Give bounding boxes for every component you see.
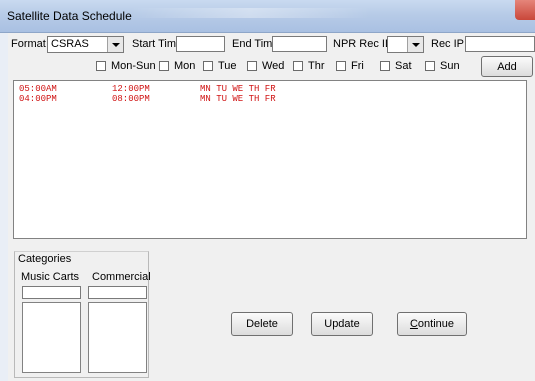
checkbox-box[interactable] bbox=[247, 61, 257, 71]
npr-rec-id-label: NPR Rec ID bbox=[333, 38, 393, 50]
checkbox-mon[interactable]: Mon bbox=[159, 60, 195, 72]
checkbox-sun[interactable]: Sun bbox=[425, 60, 460, 72]
chevron-down-icon[interactable] bbox=[107, 37, 123, 52]
checkbox-box[interactable] bbox=[203, 61, 213, 71]
checkbox-label: Mon-Sun bbox=[111, 60, 156, 72]
music-carts-input[interactable] bbox=[22, 286, 81, 299]
delete-button[interactable]: Delete bbox=[231, 312, 293, 336]
music-carts-label: Music Carts bbox=[21, 271, 80, 283]
commercial-list[interactable] bbox=[88, 302, 147, 373]
checkbox-label: Wed bbox=[262, 60, 285, 72]
schedule-end: 12:00PM bbox=[112, 84, 150, 94]
checkbox-box[interactable] bbox=[96, 61, 106, 71]
rec-ip-label: Rec IP bbox=[431, 38, 465, 50]
checkbox-box[interactable] bbox=[336, 61, 346, 71]
checkbox-sat[interactable]: Sat bbox=[380, 60, 412, 72]
add-button[interactable]: Add bbox=[481, 56, 533, 77]
title-bar: Satellite Data Schedule bbox=[0, 0, 535, 33]
schedule-days: MN TU WE TH FR bbox=[200, 84, 276, 94]
update-button[interactable]: Update bbox=[311, 312, 373, 336]
end-time-input[interactable] bbox=[272, 36, 327, 52]
checkbox-box[interactable] bbox=[380, 61, 390, 71]
start-time-input[interactable] bbox=[176, 36, 225, 52]
checkbox-box[interactable] bbox=[159, 61, 169, 71]
schedule-start: 04:00PM bbox=[19, 94, 57, 104]
continue-button[interactable]: Continue bbox=[397, 312, 467, 336]
checkbox-tue[interactable]: Tue bbox=[203, 60, 237, 72]
checkbox-thr[interactable]: Thr bbox=[293, 60, 325, 72]
window-title: Satellite Data Schedule bbox=[7, 9, 132, 23]
commercial-input[interactable] bbox=[88, 286, 147, 299]
rec-ip-input[interactable] bbox=[465, 36, 535, 52]
close-button[interactable] bbox=[515, 0, 535, 20]
format-label: Format bbox=[11, 38, 46, 50]
list-item[interactable]: 04:00PM 08:00PM MN TU WE TH FR bbox=[19, 94, 276, 144]
continue-label: ontinue bbox=[417, 318, 455, 330]
schedule-days: MN TU WE TH FR bbox=[200, 94, 276, 104]
format-value: CSRAS bbox=[51, 38, 89, 50]
continue-accelerator: C bbox=[409, 318, 418, 330]
checkbox-label: Tue bbox=[218, 60, 237, 72]
checkbox-box[interactable] bbox=[425, 61, 435, 71]
music-carts-list[interactable] bbox=[22, 302, 81, 373]
commercial-label: Commercial bbox=[92, 271, 151, 283]
format-select[interactable]: CSRAS bbox=[47, 36, 124, 53]
checkbox-fri[interactable]: Fri bbox=[336, 60, 364, 72]
schedule-list[interactable]: 05:00AM 12:00PM MN TU WE TH FR 04:00PM 0… bbox=[13, 80, 527, 239]
checkbox-label: Thr bbox=[308, 60, 325, 72]
npr-rec-id-select[interactable] bbox=[387, 36, 424, 53]
schedule-start: 05:00AM bbox=[19, 84, 57, 94]
schedule-end: 08:00PM bbox=[112, 94, 150, 104]
title-bar-blur bbox=[130, 8, 370, 18]
checkbox-label: Sun bbox=[440, 60, 460, 72]
checkbox-mon-sun[interactable]: Mon-Sun bbox=[96, 60, 156, 72]
checkbox-label: Fri bbox=[351, 60, 364, 72]
checkbox-box[interactable] bbox=[293, 61, 303, 71]
chevron-down-icon[interactable] bbox=[407, 37, 423, 52]
checkbox-label: Mon bbox=[174, 60, 196, 72]
categories-title: Categories bbox=[17, 253, 73, 265]
checkbox-wed[interactable]: Wed bbox=[247, 60, 284, 72]
checkbox-label: Sat bbox=[395, 60, 412, 72]
